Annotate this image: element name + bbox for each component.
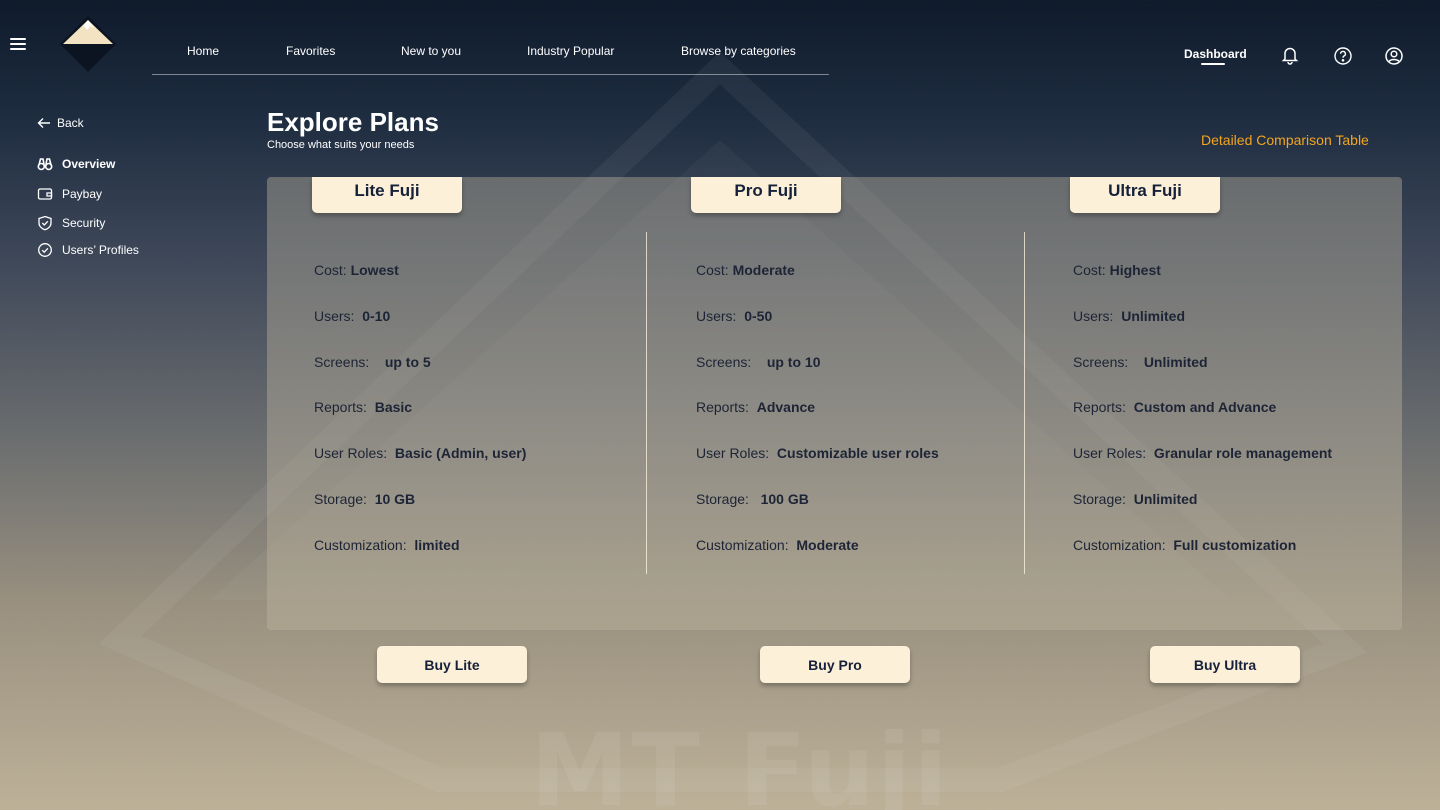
plan-column-ultra: Cost: Highest Users: Unlimited Screens: … <box>1073 262 1332 583</box>
feature-row-customization: Customization: Moderate <box>696 536 859 553</box>
dashboard-active-indicator <box>1201 63 1225 65</box>
column-divider <box>646 232 647 574</box>
feature-row-user-roles: User Roles: Basic (Admin, user) <box>314 445 527 462</box>
back-button[interactable]: Back <box>37 116 84 130</box>
plan-tab-lite[interactable]: Lite Fuji <box>312 177 462 213</box>
check-circle-icon <box>38 243 52 257</box>
sidebar-item-security[interactable]: Security <box>37 215 105 231</box>
nav-browse-by-categories[interactable]: Browse by categories <box>681 44 796 58</box>
logo-text: MT Fuji <box>77 45 98 52</box>
dashboard-link[interactable]: Dashboard <box>1184 47 1247 61</box>
sidebar-item-paybay[interactable]: Paybay <box>37 186 102 202</box>
arrow-left-icon <box>37 118 50 128</box>
feature-row-reports: Reports: Basic <box>314 399 413 416</box>
feature-row-reports: Reports: Advance <box>696 399 816 416</box>
brand-logo[interactable]: MT Fuji <box>60 16 116 74</box>
feature-row-customization: Customization: limited <box>314 536 460 553</box>
nav-favorites[interactable]: Favorites <box>286 44 335 58</box>
nav-industry-popular[interactable]: Industry Popular <box>527 44 614 58</box>
page-subtitle: Choose what suits your needs <box>267 139 415 151</box>
feature-row-screens: Screens: up to 5 <box>314 353 431 370</box>
back-label: Back <box>57 116 84 130</box>
hamburger-menu-icon[interactable] <box>10 38 26 52</box>
feature-row-storage: Storage: 100 GB <box>696 490 809 507</box>
feature-row-screens: Screens: up to 10 <box>696 353 821 370</box>
plan-tab-pro[interactable]: Pro Fuji <box>691 177 841 213</box>
top-navigation: Home Favorites New to you Industry Popul… <box>152 30 829 75</box>
watermark-text: MT Fuji <box>530 712 950 810</box>
buy-lite-button[interactable]: Buy Lite <box>377 646 527 683</box>
sidebar-item-overview[interactable]: Overview <box>37 156 115 172</box>
help-icon[interactable] <box>1333 46 1353 66</box>
feature-row-reports: Reports: Custom and Advance <box>1073 399 1277 416</box>
plan-tab-ultra[interactable]: Ultra Fuji <box>1070 177 1220 213</box>
feature-row-storage: Storage: Unlimited <box>1073 490 1198 507</box>
feature-row-users: Users: 0-50 <box>696 307 773 324</box>
page-title: Explore Plans <box>267 107 439 137</box>
shield-icon <box>38 215 52 231</box>
sidebar-item-label: Security <box>62 216 106 230</box>
user-account-icon[interactable] <box>1384 46 1404 66</box>
feature-row-storage: Storage: 10 GB <box>314 490 416 507</box>
feature-row-users: Users: Unlimited <box>1073 307 1186 324</box>
buy-ultra-button[interactable]: Buy Ultra <box>1150 646 1300 683</box>
feature-row-customization: Customization: Full customization <box>1073 536 1297 553</box>
detailed-comparison-link[interactable]: Detailed Comparison Table <box>1201 132 1369 148</box>
feature-row-cost: Cost: Lowest <box>314 262 399 278</box>
plan-column-pro: Cost: Moderate Users: 0-50 Screens: up t… <box>696 262 939 583</box>
binoculars-icon <box>37 158 53 171</box>
bell-icon[interactable] <box>1280 45 1300 65</box>
buy-pro-button[interactable]: Buy Pro <box>760 646 910 683</box>
feature-row-screens: Screens: Unlimited <box>1073 353 1208 370</box>
feature-row-cost: Cost: Moderate <box>696 262 795 278</box>
sidebar-item-users-profiles[interactable]: Users’ Profiles <box>37 242 139 258</box>
nav-home[interactable]: Home <box>187 44 219 58</box>
wallet-icon <box>37 188 53 200</box>
column-divider <box>1024 232 1025 574</box>
feature-row-users: Users: 0-10 <box>314 307 391 324</box>
feature-row-cost: Cost: Highest <box>1073 262 1161 278</box>
sidebar-item-label: Paybay <box>62 187 103 201</box>
plan-column-lite: Cost: Lowest Users: 0-10 Screens: up to … <box>314 262 526 583</box>
nav-new-to-you[interactable]: New to you <box>401 44 461 58</box>
feature-row-user-roles: User Roles: Customizable user roles <box>696 445 939 462</box>
sidebar-item-label: Users’ Profiles <box>62 243 139 257</box>
feature-row-user-roles: User Roles: Granular role management <box>1073 445 1333 462</box>
sidebar-item-label: Overview <box>62 157 116 171</box>
